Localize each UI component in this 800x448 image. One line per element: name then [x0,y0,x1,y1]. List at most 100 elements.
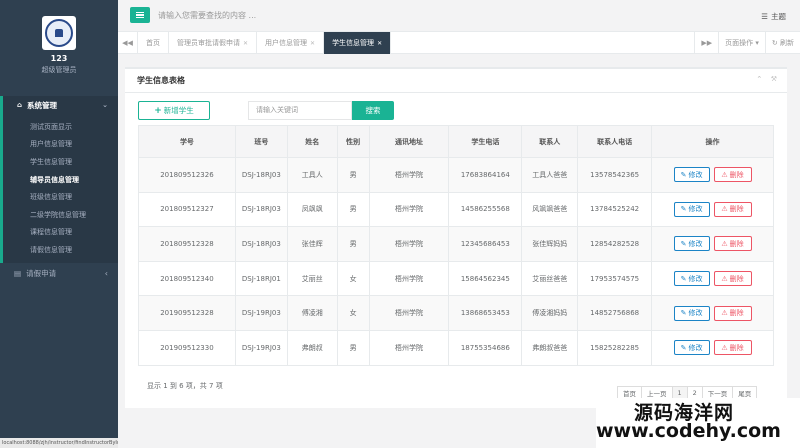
table-cell: DSJ-18RJ03 [234,157,288,193]
student-table-panel: 学生信息表格 ⌃ ⚒ + 新增学生 请输入关键词 搜索 学号 班号 姓名 性别 通讯地址学… [125,67,787,408]
table-cell: 梧州学院 [368,157,450,193]
subnav-item-colleges[interactable]: 二级学院信息管理 [3,206,118,224]
student-table: 学号 班号 姓名 性别 通讯地址 学生电话 联系人 联系人电话 操作 201809512326 D… [138,125,774,366]
table-row: 201909512330 DSJ-19RJ03 弗朗叔男梧州学院 1875535468… [138,329,774,366]
table-cell: 风飒飒爸爸 [521,191,579,228]
table-cell: 201909512330 [138,329,236,366]
table-cell: 13784525242 [577,191,653,228]
table-cell: 工具人爸爸 [521,157,579,193]
subnav-item-courses[interactable]: 课程信息管理 [3,224,118,242]
tab-scroll-right-button[interactable]: ▶▶ [694,32,718,54]
list-icon: ☰ [761,12,768,21]
theme-button[interactable]: ☰ 主题 [761,11,786,22]
table-cell: 男 [336,226,370,262]
edit-button[interactable]: ✎ 修改 [673,201,710,217]
add-student-button[interactable]: + 新增学生 [138,101,210,120]
nav-system-management[interactable]: ⌂ 系统管理 ⌄ [0,96,118,114]
delete-button[interactable]: ⚠ 删除 [713,271,752,287]
table-cell: 15825282285 [577,329,653,366]
table-cell: 工具人 [286,157,338,193]
column-header: 学生电话 [448,125,523,158]
table-cell: 201809512340 [138,260,236,297]
row-actions: ✎ 修改 ⚠ 删除 [651,260,774,297]
hamburger-icon [136,12,144,18]
row-actions: ✎ 修改 ⚠ 删除 [651,157,774,193]
page-ops-label: 页面操作 [725,39,754,47]
delete-button[interactable]: ⚠ 删除 [713,236,752,252]
edit-button[interactable]: ✎ 修改 [673,167,710,183]
tab-leave-approval-label: 管理员审批请假申请 [177,39,240,47]
subnav-item-leave[interactable]: 请假信息管理 [3,241,118,259]
table-cell: 梧州学院 [368,226,450,262]
delete-label: 删除 [729,170,744,179]
subnav-item-test-page[interactable]: 测试页面显示 [3,118,118,136]
close-icon[interactable]: ✕ [310,40,315,47]
table-cell: 男 [336,157,370,193]
table-cell: 14852756868 [577,295,653,331]
edit-label: 修改 [688,170,703,179]
table-cell: 弗朗叔爸爸 [521,329,579,366]
sidebar: 123 超级管理员 ⌂ 系统管理 ⌄ 测试页面显示 用户信息管理 学生信息管理 … [0,0,118,448]
delete-label: 删除 [729,239,744,248]
edit-button[interactable]: ✎ 修改 [673,340,710,356]
edit-icon: ✎ [680,170,687,179]
tab-user-management[interactable]: 用户信息管理 ✕ [257,32,325,54]
subnav-item-users[interactable]: 用户信息管理 [3,136,118,154]
table-cell: 傅凌湘 [286,295,338,331]
keyword-search-input[interactable]: 请输入关键词 [248,101,352,120]
tab-student-management[interactable]: 学生信息管理 ✕ [324,32,392,54]
subnav-item-instructors[interactable]: 辅导员信息管理 [3,171,118,189]
search-button[interactable]: 搜索 [352,101,394,120]
menu-toggle-button[interactable] [130,7,150,23]
row-actions: ✎ 修改 ⚠ 删除 [651,329,774,366]
subnav-item-classes[interactable]: 班级信息管理 [3,188,118,206]
table-cell: 弗朗叔 [286,329,338,366]
delete-button[interactable]: ⚠ 删除 [713,340,752,356]
tab-actions: ▶▶ 页面操作 ▾ ↻ 刷新 [694,32,800,54]
edit-button[interactable]: ✎ 修改 [673,236,710,252]
table-row: 201809512328 DSJ-18RJ03 张佳辉男梧州学院 1234568645… [138,226,774,262]
table-body: 201809512326 DSJ-18RJ03 工具人男梧州学院 1768386416… [138,157,774,366]
table-cell: 梧州学院 [368,191,450,228]
close-icon[interactable]: ✕ [243,40,248,47]
refresh-button[interactable]: ↻ 刷新 [764,32,800,54]
table-cell: 12345686453 [448,226,523,262]
global-search-input[interactable]: 请输入您需要查找的内容 ... [158,10,256,21]
tab-scroll-left-button[interactable]: ◀◀ [118,32,138,54]
delete-button[interactable]: ⚠ 删除 [713,201,752,217]
table-cell: 17953574575 [577,260,653,297]
page-ops-dropdown[interactable]: 页面操作 ▾ [718,32,765,54]
tab-user-management-label: 用户信息管理 [265,39,308,47]
delete-button[interactable]: ⚠ 删除 [713,167,752,183]
tab-home[interactable]: 首页 [138,32,169,54]
column-header: 性别 [336,125,370,158]
edit-label: 修改 [688,309,703,318]
table-toolbar: + 新增学生 请输入关键词 搜索 [138,101,778,121]
edit-icon: ✎ [680,239,687,248]
table-row: 201809512327 DSJ-18RJ03 凤飒飒男梧州学院 1458625556… [138,191,774,228]
profile-name[interactable]: 123 [0,54,118,63]
table-cell: DSJ-18RJ01 [234,260,288,297]
edit-button[interactable]: ✎ 修改 [673,305,710,321]
table-cell: 12854282528 [577,226,653,262]
close-icon[interactable]: ✕ [377,40,382,47]
column-header: 学号 [138,125,236,158]
warning-icon: ⚠ [721,170,728,179]
panel-tools: ⌃ ⚒ [750,75,777,83]
table-cell: DSJ-19RJ03 [234,329,288,366]
chevron-left-icon: ‹ [104,269,108,279]
edit-label: 修改 [688,205,703,214]
nav-leave-request[interactable]: ▤ 请假申请 ‹ [0,263,118,285]
edit-button[interactable]: ✎ 修改 [673,271,710,287]
column-header: 联系人电话 [577,125,653,158]
table-cell: 张佳辉 [286,226,338,262]
edit-label: 修改 [688,343,703,352]
wrench-icon[interactable]: ⚒ [771,75,777,83]
table-cell: 201809512327 [138,191,236,228]
tab-leave-approval[interactable]: 管理员审批请假申请 ✕ [169,32,258,54]
table-cell: 梧州学院 [368,260,450,297]
home-icon: ⌂ [17,101,23,109]
subnav-item-students[interactable]: 学生信息管理 [3,153,118,171]
delete-button[interactable]: ⚠ 删除 [713,305,752,321]
collapse-icon[interactable]: ⌃ [756,75,762,83]
